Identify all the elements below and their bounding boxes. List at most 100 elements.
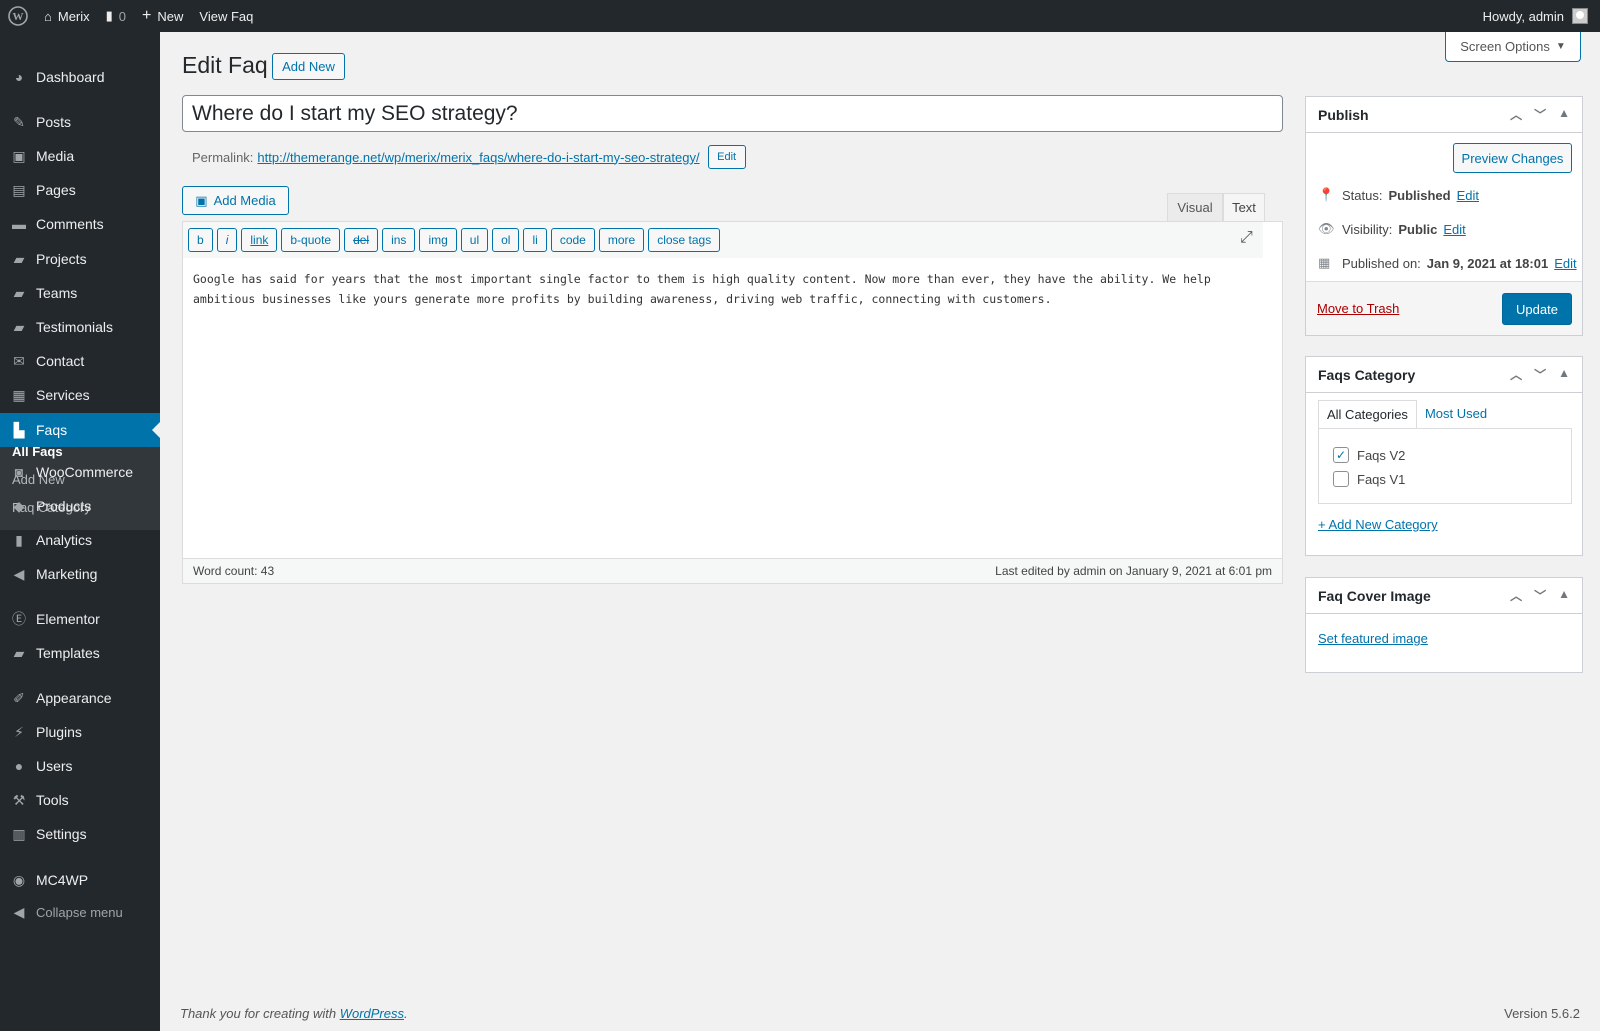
quicktag-ol-button[interactable]: ol	[492, 228, 520, 252]
footer-thanks-suffix: .	[404, 1006, 408, 1021]
new-content-link[interactable]: + New	[134, 0, 191, 32]
sidebar-item-templates[interactable]: ▰ Templates	[0, 636, 160, 670]
toggle-panel-icon[interactable]: ▲	[1558, 587, 1570, 604]
category-item[interactable]: ✓ Faqs V2	[1333, 447, 1405, 463]
page-title: Edit Faq	[182, 52, 268, 78]
collapse-icon: ◀	[13, 903, 25, 920]
comment-icon: ▮	[105, 8, 113, 23]
add-media-button[interactable]: ▣ Add Media	[182, 186, 289, 215]
sidebar-item-elementor[interactable]: Ⓔ Elementor	[0, 602, 160, 636]
quicktag-img-button[interactable]: img	[419, 228, 457, 252]
sidebar-item-plugins[interactable]: ⚡ Plugins	[0, 715, 160, 749]
sidebar-item-posts[interactable]: ✎ Posts	[0, 105, 160, 139]
visibility-value: Public	[1398, 221, 1438, 237]
post-title-input[interactable]: Where do I start my SEO strategy?	[182, 95, 1283, 132]
quicktag-ins-button[interactable]: ins	[382, 228, 416, 252]
quicktag-b-quote-button[interactable]: b-quote	[281, 228, 341, 252]
sidebar-item-projects[interactable]: ▰ Projects	[0, 242, 160, 276]
home-icon: ⌂	[44, 8, 52, 24]
toggle-panel-icon[interactable]: ▲	[1558, 366, 1570, 383]
sidebar-item-dashboard[interactable]: ◕ Dashboard	[0, 60, 160, 94]
sidebar-item-settings[interactable]: ▥ Settings	[0, 817, 160, 851]
add-new-category-link[interactable]: + Add New Category	[1318, 517, 1438, 532]
move-down-icon[interactable]: ﹀	[1534, 587, 1546, 604]
move-up-icon[interactable]: ︿	[1510, 366, 1522, 383]
settings-icon: ▥	[12, 825, 26, 842]
account-menu[interactable]: Howdy, admin	[1483, 8, 1600, 24]
screen-options-button[interactable]: Screen Options ▼	[1445, 32, 1581, 62]
quicktag-b-button[interactable]: b	[188, 228, 213, 252]
fullscreen-icon[interactable]: ⤢	[1240, 229, 1253, 247]
mail-icon: ✉	[13, 352, 25, 369]
update-button[interactable]: Update	[1502, 293, 1572, 325]
published-value: Jan 9, 2021 at 18:01	[1426, 255, 1549, 271]
quicktag-link-button[interactable]: link	[241, 228, 278, 252]
sidebar-item-collapse-menu[interactable]: ◀ Collapse menu	[0, 895, 160, 929]
status-edit-link[interactable]: Edit	[1457, 188, 1479, 203]
sidebar-item-woocommerce[interactable]: ◙ WooCommerce	[0, 455, 160, 489]
quicktag-del-button[interactable]: del	[344, 228, 379, 252]
view-faq-link[interactable]: View Faq	[191, 0, 261, 32]
sidebar-item-teams[interactable]: ▰ Teams	[0, 276, 160, 310]
quicktag-code-button[interactable]: code	[550, 228, 595, 252]
sidebar-item-contact[interactable]: ✉ Contact	[0, 344, 160, 378]
checkbox-unchecked[interactable]	[1333, 471, 1349, 487]
quicktag-close-tags-button[interactable]: close tags	[648, 228, 721, 252]
permalink-link[interactable]: http://themerange.net/wp/merix/merix_faq…	[257, 150, 699, 165]
wordpress-link[interactable]: WordPress	[340, 1006, 404, 1021]
sidebar-item-marketing[interactable]: ◀ Marketing	[0, 557, 160, 591]
preview-changes-button[interactable]: Preview Changes	[1453, 143, 1572, 173]
eye-icon: 👁	[1318, 221, 1335, 236]
quicktag-i-button[interactable]: i	[216, 228, 238, 252]
sidebar-item-testimonials[interactable]: ▰ Testimonials	[0, 310, 160, 344]
tab-text[interactable]: Text	[1223, 193, 1265, 221]
editor-box: b i link b-quote del ins img ul ol li code more clos…	[182, 221, 1283, 584]
move-up-icon[interactable]: ︿	[1510, 106, 1522, 123]
wordpress-logo-icon[interactable]: W	[0, 0, 36, 32]
move-down-icon[interactable]: ﹀	[1534, 106, 1546, 123]
sidebar-item-label: Teams	[36, 285, 78, 301]
sidebar-item-label: Comments	[36, 216, 104, 232]
media-icon: ▣	[12, 147, 26, 164]
set-featured-image-link[interactable]: Set featured image	[1318, 631, 1428, 646]
move-to-trash-link[interactable]: Move to Trash	[1317, 301, 1399, 316]
sidebar-item-media[interactable]: ▣ Media	[0, 139, 160, 173]
tab-visual[interactable]: Visual	[1167, 193, 1223, 221]
category-item[interactable]: Faqs V1	[1333, 471, 1405, 487]
toggle-panel-icon[interactable]: ▲	[1558, 106, 1570, 123]
sidebar-item-services[interactable]: ▦ Services	[0, 378, 160, 412]
sidebar-item-appearance[interactable]: ✐ Appearance	[0, 681, 160, 715]
mc4wp-icon: ◉	[12, 871, 26, 888]
sidebar-item-analytics[interactable]: ▮ Analytics	[0, 523, 160, 557]
move-up-icon[interactable]: ︿	[1510, 587, 1522, 604]
sidebar-item-products[interactable]: ◆ Products	[0, 489, 160, 523]
quicktag-li-button[interactable]: li	[523, 228, 547, 252]
sidebar-item-faqs[interactable]: ▙ Faqs	[0, 413, 160, 447]
sidebar-item-label: MC4WP	[36, 872, 89, 888]
content-textarea[interactable]: Google has said for years that the most …	[193, 269, 1253, 309]
sidebar-item-users[interactable]: ● Users	[0, 749, 160, 783]
add-media-label: Add Media	[213, 193, 276, 208]
faq-cover-image-box: Faq Cover Image ︿ ﹀ ▲ Set featured image	[1305, 577, 1583, 673]
sidebar-item-label: Users	[36, 758, 73, 774]
comments-link[interactable]: ▮ 0	[98, 0, 134, 32]
quicktag-ul-button[interactable]: ul	[460, 228, 489, 252]
quicktag-more-button[interactable]: more	[598, 228, 645, 252]
sidebar-item-comments[interactable]: ▬ Comments	[0, 207, 160, 241]
site-name-link[interactable]: ⌂ Merix	[36, 0, 98, 32]
status-label: Status:	[1342, 187, 1383, 203]
tab-most-used[interactable]: Most Used	[1417, 400, 1495, 429]
published-edit-link[interactable]: Edit	[1554, 256, 1576, 271]
tab-all-categories[interactable]: All Categories	[1318, 400, 1417, 429]
move-down-icon[interactable]: ﹀	[1534, 366, 1546, 383]
permalink-edit-button[interactable]: Edit	[707, 145, 746, 169]
visibility-edit-link[interactable]: Edit	[1443, 222, 1465, 237]
sidebar-item-pages[interactable]: ▤ Pages	[0, 173, 160, 207]
sidebar-item-tools[interactable]: ⚒ Tools	[0, 783, 160, 817]
plus-icon: +	[142, 7, 152, 24]
add-new-button[interactable]: Add New	[272, 53, 345, 80]
sidebar-item-mc4wp[interactable]: ◉ MC4WP	[0, 863, 160, 897]
megaphone-icon: ◀	[13, 565, 25, 582]
checkbox-checked[interactable]: ✓	[1333, 447, 1349, 463]
pin-icon: 📍	[1318, 187, 1335, 202]
